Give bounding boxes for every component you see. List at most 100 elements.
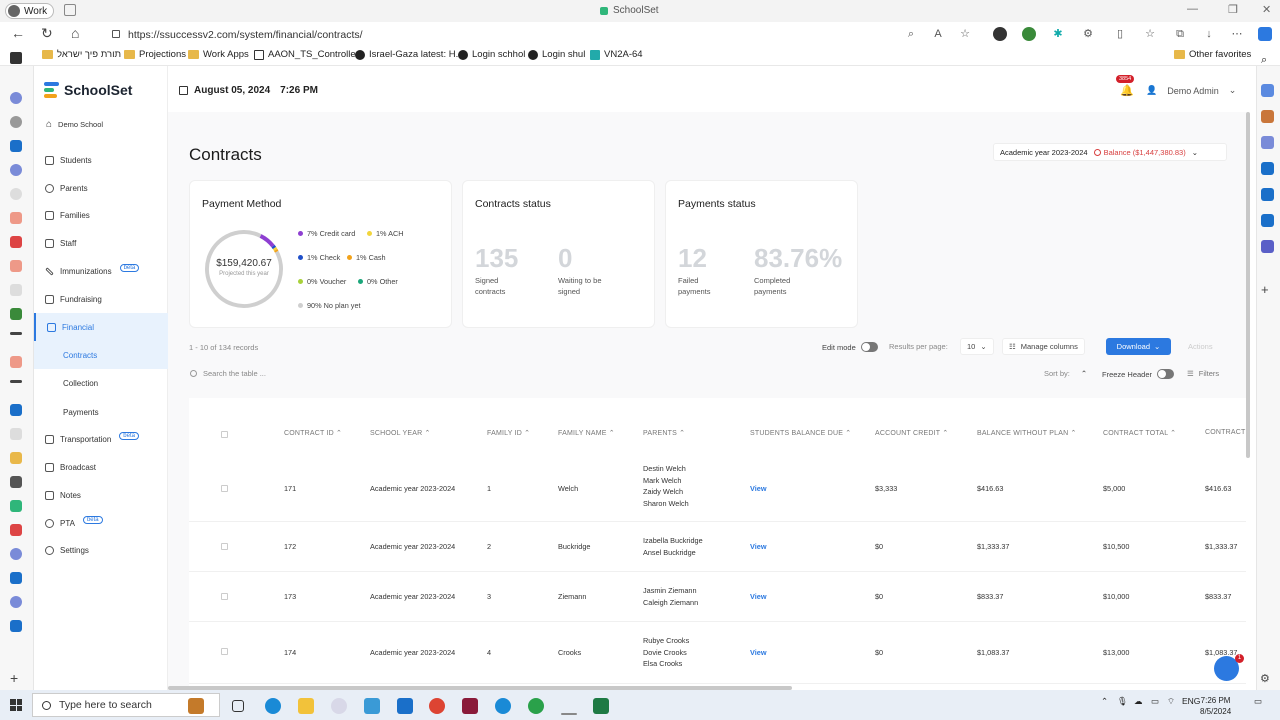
column-header-family-id[interactable]: FAMILY ID ⌃	[487, 429, 530, 437]
extension-icon[interactable]	[993, 27, 1007, 41]
taskbar-app-icon[interactable]	[495, 698, 511, 714]
back-icon[interactable]: ←	[11, 25, 25, 41]
schoolset-tab-icon[interactable]	[10, 500, 22, 512]
tab-icon[interactable]	[10, 164, 22, 176]
favorite-star-icon[interactable]: ☆	[958, 27, 972, 41]
tab-icon[interactable]	[10, 380, 22, 383]
new-tab-icon[interactable]: +	[10, 670, 18, 686]
tab-actions-icon[interactable]	[64, 4, 76, 16]
table-row[interactable]: 172 Academic year 2023-2024 2 Buckridge …	[189, 522, 1246, 572]
extension-icon[interactable]: ✱	[1051, 27, 1065, 41]
wifi-icon[interactable]: ⌔	[1167, 696, 1175, 707]
tab-icon[interactable]	[10, 308, 22, 320]
close-icon[interactable]: ✕	[1262, 3, 1271, 16]
filters-button[interactable]: ☰ Filters	[1187, 369, 1219, 378]
taskbar-app-icon[interactable]	[462, 698, 478, 714]
extensions-puzzle-icon[interactable]: ⚙	[1081, 27, 1095, 41]
sidebar-app-icon[interactable]	[1261, 136, 1274, 149]
tab-icon[interactable]	[10, 476, 22, 488]
sidebar-item-staff[interactable]: Staff	[34, 229, 168, 257]
home-icon[interactable]: ⌂	[71, 25, 79, 41]
tab-icon[interactable]	[10, 188, 22, 200]
sidebar-item-students[interactable]: Students	[34, 146, 168, 174]
bookmark-item[interactable]: Israel-Gaza latest: H...	[355, 49, 464, 60]
bookmark-item[interactable]: Login schhol	[458, 49, 525, 60]
sidebar-app-icon[interactable]	[1261, 214, 1274, 227]
toggle-switch[interactable]	[1157, 369, 1175, 379]
task-view-icon[interactable]	[232, 700, 244, 712]
sidebar-subitem-contracts[interactable]: Contracts	[34, 341, 168, 369]
bookmark-item[interactable]: Projections	[124, 49, 186, 60]
sidebar-settings-icon[interactable]: ⚙	[1260, 672, 1270, 685]
tab-icon[interactable]	[10, 548, 22, 560]
sidebar-item-fundraising[interactable]: Fundraising	[34, 285, 168, 313]
bookmark-item[interactable]: AAON_TS_Controlle...	[254, 49, 364, 60]
quickbooks-taskbar-icon[interactable]	[528, 698, 544, 714]
minimize-icon[interactable]: —	[1187, 3, 1198, 15]
tab-icon[interactable]	[10, 524, 22, 536]
taskbar-app-icon[interactable]	[364, 698, 380, 714]
gmail-tab-icon[interactable]	[10, 236, 22, 248]
sidebar-add-icon[interactable]: +	[1261, 282, 1269, 297]
view-balance-link[interactable]: View	[750, 648, 767, 657]
tab-icon[interactable]	[10, 92, 22, 104]
outlook-sidebar-icon[interactable]	[1261, 188, 1274, 201]
refresh-icon[interactable]: ↻	[41, 25, 53, 42]
column-header-students-balance-due[interactable]: STUDENTS BALANCE DUE ⌃	[750, 429, 851, 437]
sidebar-app-icon[interactable]	[1261, 84, 1274, 97]
extension-icon[interactable]	[1022, 27, 1036, 41]
taskbar-widget-icon[interactable]	[188, 698, 204, 714]
sidebar-subitem-payments[interactable]: Payments	[34, 398, 168, 426]
notifications-bell-icon[interactable]: 🔔	[1120, 84, 1134, 97]
tray-chevron-up-icon[interactable]: ⌃	[1101, 696, 1108, 707]
column-header-contract[interactable]: CONTRACT	[1205, 429, 1246, 436]
manage-columns-button[interactable]: ☷ Manage columns	[1002, 338, 1085, 355]
sidebar-item-pta[interactable]: PTA beta	[34, 509, 168, 537]
collections-icon[interactable]: ⧉	[1173, 27, 1187, 41]
edit-mode-toggle[interactable]: Edit mode	[822, 342, 878, 352]
sidebar-item-settings[interactable]: Settings	[34, 536, 168, 564]
vertical-scrollbar[interactable]	[1246, 112, 1250, 458]
taskbar-app-icon[interactable]	[331, 698, 347, 714]
sidebar-item-parents[interactable]: Parents	[34, 174, 168, 202]
excel-taskbar-icon[interactable]	[593, 698, 609, 714]
sidebar-app-icon[interactable]	[1261, 162, 1274, 175]
downloads-icon[interactable]: ↓	[1202, 27, 1216, 41]
bookmark-item[interactable]: VN2A-64	[590, 49, 643, 60]
teams-sidebar-icon[interactable]	[1261, 240, 1274, 253]
view-balance-link[interactable]: View	[750, 592, 767, 601]
taskbar-app-icon[interactable]	[397, 698, 413, 714]
tab-icon[interactable]	[10, 620, 22, 632]
sidebar-item-notes[interactable]: Notes	[34, 481, 168, 509]
actions-button[interactable]: Actions	[1188, 342, 1213, 351]
sidebar-item-financial[interactable]: Financial	[34, 313, 168, 341]
column-header-school-year[interactable]: SCHOOL YEAR ⌃	[370, 429, 431, 437]
row-checkbox[interactable]	[221, 543, 228, 550]
sidebar-item-transportation[interactable]: Transportation beta	[34, 425, 168, 453]
display-icon[interactable]: ▭	[1151, 696, 1159, 707]
zoom-icon[interactable]: ⌕	[904, 27, 918, 41]
tab-icon[interactable]	[10, 284, 22, 296]
split-screen-icon[interactable]: ▯	[1113, 27, 1127, 41]
url-field[interactable]: https://ssuccessv2.com/system/financial/…	[108, 25, 976, 44]
other-favorites[interactable]: Other favorites	[1174, 49, 1251, 60]
tab-icon[interactable]	[10, 212, 22, 224]
tab-icon[interactable]	[10, 116, 22, 128]
school-selector[interactable]: ⌂ Demo School	[46, 119, 103, 130]
select-all-checkbox[interactable]	[221, 431, 228, 438]
column-header-family-name[interactable]: FAMILY NAME ⌃	[558, 429, 615, 437]
tab-icon[interactable]	[10, 572, 22, 584]
user-menu[interactable]: 👤 Demo Admin ⌄	[1146, 85, 1236, 96]
file-explorer-icon[interactable]	[298, 698, 314, 714]
academic-year-select[interactable]: Academic year 2023-2024 Balance ($1,447,3…	[993, 143, 1227, 161]
column-header-contract-total[interactable]: CONTRACT TOTAL ⌃	[1103, 429, 1176, 437]
chrome-taskbar-icon[interactable]	[429, 698, 445, 714]
taskbar-clock[interactable]: 7:26 PM 8/5/2024	[1200, 695, 1231, 717]
download-button[interactable]: Download ⌄	[1106, 338, 1171, 355]
results-per-page-select[interactable]: 10 ⌄	[960, 338, 994, 355]
more-menu-icon[interactable]: ⋯	[1230, 27, 1244, 41]
table-row[interactable]: 173 Academic year 2023-2024 3 Ziemann Ja…	[189, 572, 1246, 622]
bookmark-item[interactable]: תורת פיך ישראל	[42, 49, 121, 60]
freeze-header-toggle[interactable]: Freeze Header	[1102, 369, 1175, 379]
taskbar-app-icon[interactable]	[561, 713, 577, 715]
